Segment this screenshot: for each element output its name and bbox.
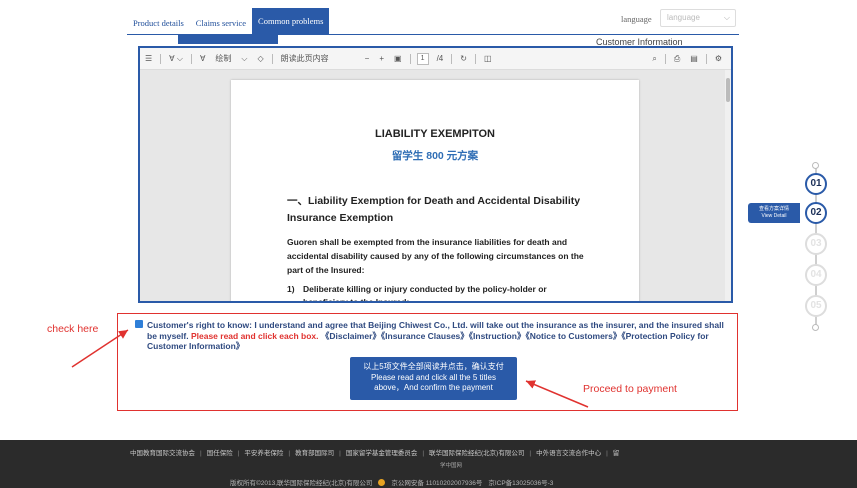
read-aloud-button[interactable]: 朗读此页内容: [276, 53, 334, 64]
rotate-icon[interactable]: ↻: [455, 54, 472, 63]
pay-button-line-1: Please read and click all the 5 titles: [371, 372, 496, 382]
tab-claims-service[interactable]: Claims service: [190, 12, 252, 34]
draw-icon[interactable]: ∀: [195, 54, 210, 63]
footer-link[interactable]: 中外语言交流合作中心: [536, 449, 601, 459]
language-select[interactable]: language ⌵: [660, 9, 736, 27]
pdf-scrollbar[interactable]: [725, 70, 731, 301]
toolbar-divider: [474, 53, 476, 64]
disclaimer-link[interactable]: 《Disclaimer》: [321, 331, 381, 341]
step-02[interactable]: 02: [805, 202, 827, 224]
search-icon[interactable]: ⌕: [647, 54, 661, 64]
current-step-tag-en: View Detail: [761, 213, 787, 219]
step-04[interactable]: 04: [805, 264, 827, 286]
pdf-scroll-thumb[interactable]: [726, 78, 730, 102]
current-step-tag[interactable]: 查看方案详情 View Detail: [748, 203, 800, 223]
proceed-annotation: Proceed to payment: [583, 383, 677, 395]
page-number-input[interactable]: 1: [416, 52, 429, 65]
settings-gear-icon[interactable]: ⚙: [710, 54, 727, 63]
chevron-down-icon: ⌵: [723, 13, 730, 22]
insurance-clauses-link[interactable]: 《Insurance Clauses》: [381, 331, 469, 341]
draw-chevron-icon[interactable]: ⌵: [236, 54, 252, 64]
print-icon[interactable]: ⎙: [669, 54, 685, 64]
step-05[interactable]: 05: [805, 295, 827, 317]
toolbar-divider: [190, 53, 192, 64]
notice-to-customers-link[interactable]: 《Notice to Customers》: [525, 331, 621, 341]
language-label: language: [621, 14, 652, 24]
copyright-text: 版权所有©2013,联华国际保险经纪(北京)有限公司: [230, 480, 373, 487]
step-rail-top-dot: [812, 162, 819, 169]
step-01[interactable]: 01: [805, 173, 827, 195]
icp-record[interactable]: 京ICP备13025036号-3: [488, 477, 553, 487]
zoom-out-icon[interactable]: −: [360, 54, 375, 63]
toolbar-divider: [160, 53, 162, 64]
toolbar-right: ⌕ ⎙ ▤ ⚙: [647, 53, 731, 64]
footer-link[interactable]: 国家留学基金管理委员会: [346, 449, 418, 459]
footer-link[interactable]: 联华国际保险经纪(北京)有限公司: [429, 449, 524, 459]
page-total: /4: [436, 54, 444, 63]
police-record[interactable]: 京公网安备 11010202007936号: [391, 477, 482, 487]
tab-common-problems[interactable]: Common problems: [252, 8, 330, 34]
document-list-item: 1) Deliberate killing or injury conducte…: [287, 283, 587, 303]
footer-copyright: 版权所有©2013,联华国际保险经纪(北京)有限公司 京公网安备 1101020…: [230, 477, 553, 487]
eraser-icon[interactable]: ◇: [253, 54, 269, 63]
draw-button[interactable]: 绘制: [210, 53, 236, 64]
toolbar-divider: [271, 53, 273, 64]
contents-icon[interactable]: ☰: [140, 54, 157, 63]
footer-sub-link[interactable]: 学中国网: [440, 461, 462, 469]
step-03[interactable]: 03: [805, 233, 827, 255]
police-badge-icon: [378, 478, 386, 486]
toolbar-divider: [409, 53, 411, 64]
footer-link[interactable]: 国任保险: [207, 449, 233, 459]
agreement-text: Customer's right to know: I understand a…: [147, 320, 731, 352]
save-icon[interactable]: ▤: [685, 54, 703, 63]
current-step-tag-cn: 查看方案详情: [758, 206, 789, 212]
footer-link[interactable]: 留: [613, 449, 620, 459]
tab-bar: Product details Claims service Common pr…: [127, 6, 330, 34]
check-here-annotation: check here: [47, 323, 99, 335]
document-section-heading: 一、Liability Exemption for Death and Acci…: [287, 195, 581, 224]
toolbar-divider: [451, 53, 453, 64]
pay-button-line-cn: 以上5项文件全部阅读并点击，确认支付: [363, 362, 504, 371]
tab-product-details[interactable]: Product details: [127, 12, 190, 34]
pay-button-line-2: above，And confirm the payment: [374, 383, 493, 392]
highlight-icon[interactable]: ∀ ⌵: [164, 54, 188, 64]
agreement-emphasis: Please read and click each box.: [190, 330, 319, 341]
document-subtitle: 留学生 800 元方案: [391, 150, 479, 162]
document-paragraph: Guoren shall be exempted from the insura…: [287, 237, 584, 275]
footer-link[interactable]: 中国教育国际交流协会: [130, 449, 195, 459]
step-rail-bottom-dot: [812, 324, 819, 331]
confirm-payment-button[interactable]: 以上5项文件全部阅读并点击，确认支付 Please read and click…: [350, 357, 517, 400]
footer-links: 中国教育国际交流协会 | 国任保险 | 平安养老保险 | 教育部国际司 | 国家留学基金…: [130, 449, 620, 459]
pdf-page: LIABILITY EXEMPITON 留学生 800 元方案 一、Liabil…: [231, 80, 639, 303]
pdf-viewer: ☰ ∀ ⌵ ∀ 绘制 ⌵ ◇ 朗读此页内容 − + ▣ 1 /4 ↻ ◫ ⌕ ⎙…: [138, 46, 733, 303]
toolbar-divider: [705, 53, 707, 64]
language-select-value: language: [667, 13, 700, 22]
zoom-in-icon[interactable]: +: [374, 54, 389, 63]
instruction-link[interactable]: 《Instruction》: [469, 331, 526, 341]
fit-page-icon[interactable]: ▣: [389, 54, 407, 63]
toolbar-divider: [664, 53, 666, 64]
footer-link[interactable]: 教育部国际司: [295, 449, 334, 459]
agreement-checkbox[interactable]: [135, 320, 143, 328]
page-view-icon[interactable]: ◫: [479, 54, 497, 63]
list-item-number: 1): [287, 284, 295, 294]
pdf-toolbar: ☰ ∀ ⌵ ∀ 绘制 ⌵ ◇ 朗读此页内容 − + ▣ 1 /4 ↻ ◫ ⌕ ⎙…: [140, 48, 731, 70]
list-item-text: Deliberate killing or injury conducted b…: [303, 284, 547, 303]
document-title: LIABILITY EXEMPITON: [375, 128, 495, 140]
footer: 中国教育国际交流协会 | 国任保险 | 平安养老保险 | 教育部国际司 | 国家留学基金…: [0, 440, 857, 488]
footer-link[interactable]: 平安养老保险: [244, 449, 283, 459]
tab-active-indicator: [178, 34, 278, 44]
